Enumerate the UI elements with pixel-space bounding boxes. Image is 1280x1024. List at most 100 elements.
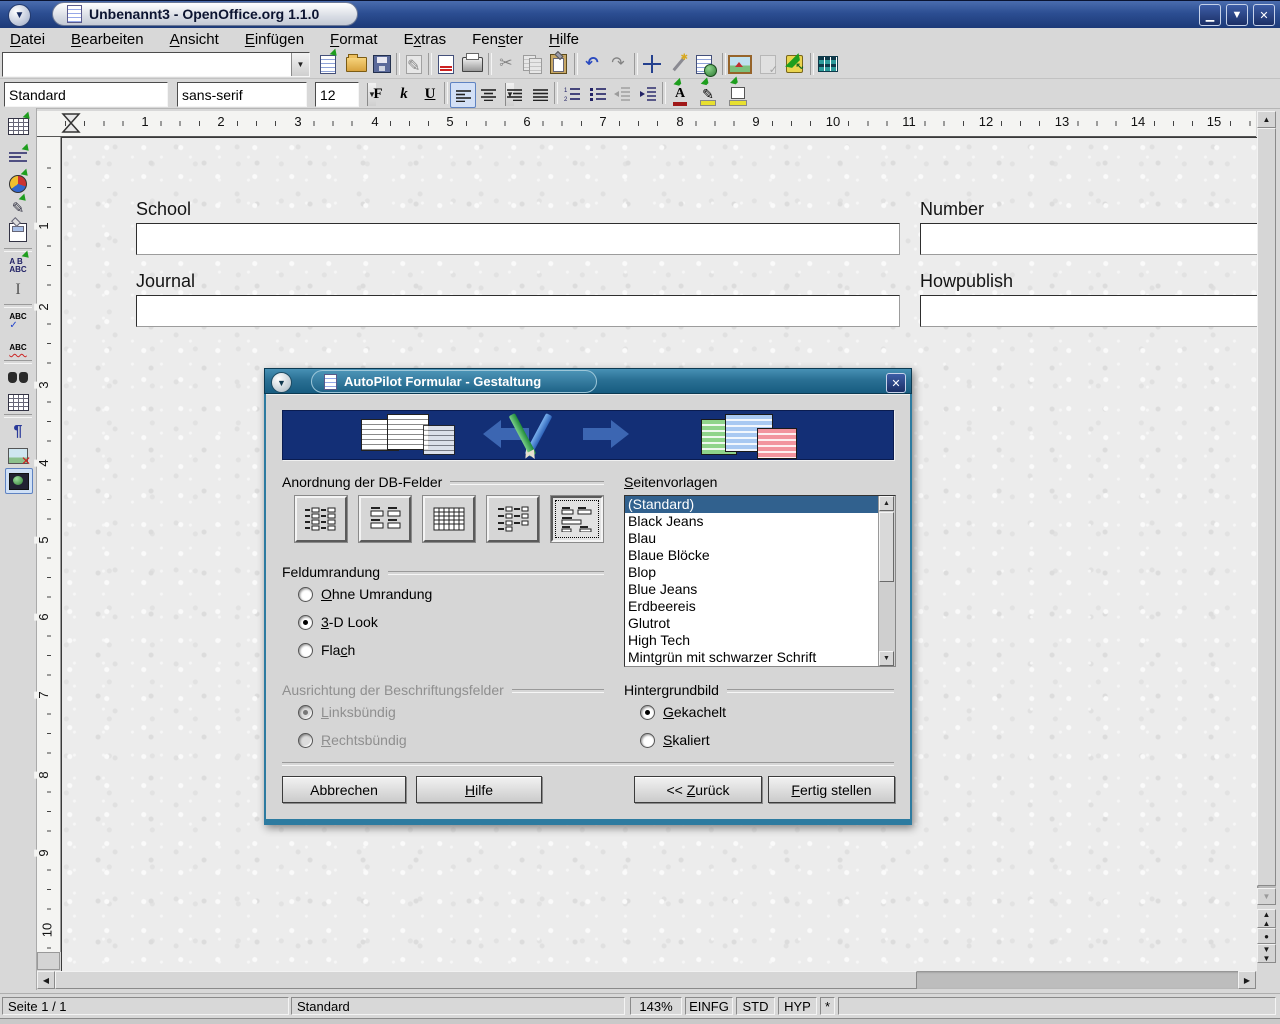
save-button[interactable]	[370, 52, 394, 76]
print-button[interactable]	[460, 52, 484, 76]
status-insert-mode[interactable]: EINFG	[685, 997, 733, 1015]
insert-button[interactable]	[5, 114, 31, 138]
scroll-up-button[interactable]: ▲	[879, 496, 894, 511]
navigation-button[interactable]: ●	[1257, 928, 1276, 944]
arrangement-as-table-button[interactable]	[423, 496, 475, 542]
bullet-list-button[interactable]	[586, 82, 610, 106]
listbox-scrollbar[interactable]: ▲ ▼	[878, 496, 895, 666]
bold-button[interactable]: F	[366, 82, 390, 106]
dialog-close-button[interactable]: ✕	[886, 373, 906, 393]
list-item[interactable]: (Standard)	[625, 496, 895, 513]
justify-button[interactable]	[528, 82, 552, 106]
menu-fenster[interactable]: Fenster	[472, 31, 523, 48]
page-styles-listbox[interactable]: (Standard) Black Jeans Blau Blaue Blöcke…	[624, 495, 896, 667]
scrollbar-thumb[interactable]	[879, 512, 894, 582]
increase-indent-button[interactable]	[636, 82, 660, 106]
url-dropdown-button[interactable]: ▼	[291, 53, 309, 76]
list-item[interactable]: High Tech	[625, 632, 895, 649]
indent-marker-icon[interactable]	[61, 112, 81, 134]
font-color-button[interactable]: A	[668, 82, 692, 106]
window-titlebar[interactable]: ▼ Unbenannt3 - OpenOffice.org 1.1.0 ▁ ▼ …	[0, 0, 1280, 28]
align-left-button[interactable]	[450, 82, 476, 108]
scroll-left-button[interactable]: ◀	[37, 971, 55, 989]
autotext-button[interactable]: A BABC	[5, 254, 31, 278]
dialog-menu-button[interactable]: ▼	[271, 372, 292, 393]
hyperlink-button[interactable]	[692, 52, 716, 76]
close-button[interactable]: ✕	[1253, 4, 1275, 26]
align-center-button[interactable]	[476, 82, 500, 106]
menu-bearbeiten[interactable]: Bearbeiten	[71, 31, 144, 48]
form-text-field-school[interactable]	[136, 223, 900, 255]
url-combobox[interactable]: ▼	[2, 52, 310, 77]
background-color-button[interactable]	[726, 82, 750, 106]
radio-scaled[interactable]: Skaliert	[640, 732, 710, 748]
arrangement-blocks-button[interactable]	[551, 496, 603, 542]
scroll-right-button[interactable]: ▶	[1238, 971, 1256, 989]
list-item[interactable]: Black Jeans	[625, 513, 895, 530]
menu-extras[interactable]: Extras	[404, 31, 447, 48]
list-item[interactable]: Blue Jeans	[625, 581, 895, 598]
menu-datei[interactable]: Datei	[10, 31, 45, 48]
status-zoom[interactable]: 143%	[630, 997, 682, 1015]
autopilot-button[interactable]	[666, 52, 690, 76]
nonprinting-characters-button[interactable]: ¶	[5, 420, 31, 444]
draw-functions-button[interactable]: ✎	[5, 196, 31, 220]
form-text-field-howpublish[interactable]	[920, 295, 1257, 327]
vertical-ruler[interactable]: 1 2 3 4 5 6 7 8 9 10	[37, 137, 61, 952]
graphics-onoff-button[interactable]	[5, 444, 31, 468]
gallery-button[interactable]	[728, 52, 752, 76]
cancel-button[interactable]: Abbrechen	[282, 776, 406, 803]
menu-einfuegen[interactable]: Einfügen	[245, 31, 304, 48]
arrangement-current-layout-button[interactable]	[487, 496, 539, 542]
new-document-button[interactable]	[316, 52, 340, 76]
font-name-combobox[interactable]: ▼	[177, 82, 307, 107]
numbered-list-button[interactable]: 12	[560, 82, 584, 106]
status-selection-mode[interactable]: STD	[736, 997, 775, 1015]
horizontal-ruler[interactable]: 1 2 3 4 5 6 7 8 9 10 11 12 13 14 15	[37, 111, 1256, 137]
radio-flat[interactable]: Flach	[298, 642, 355, 658]
arrangement-columns-labels-top-button[interactable]	[359, 496, 411, 542]
status-page-style[interactable]: Standard	[291, 997, 625, 1015]
list-item[interactable]: Blau	[625, 530, 895, 547]
online-layout-button[interactable]	[5, 468, 33, 494]
underline-button[interactable]: U	[418, 82, 442, 106]
navigator-button[interactable]	[640, 52, 664, 76]
next-page-button[interactable]: ▼▼	[1257, 944, 1276, 963]
paragraph-style-input[interactable]	[5, 83, 194, 106]
shade-button[interactable]: ▼	[1226, 4, 1248, 26]
scroll-up-button[interactable]: ▲	[1257, 111, 1276, 128]
spellcheck-button[interactable]: ABC✓	[5, 310, 31, 334]
menu-hilfe[interactable]: Hilfe	[549, 31, 579, 48]
help-button[interactable]: Hilfe	[416, 776, 542, 803]
export-pdf-button[interactable]	[434, 52, 458, 76]
bookmark-button[interactable]	[782, 52, 806, 76]
data-sources-view-button[interactable]	[5, 390, 31, 414]
previous-page-button[interactable]: ▲▲	[1257, 909, 1276, 928]
radio-no-border[interactable]: Ohne Umrandung	[298, 586, 432, 602]
font-size-combobox[interactable]: ▼	[315, 82, 359, 107]
form-text-field-number[interactable]	[920, 223, 1257, 255]
arrangement-columns-labels-left-button[interactable]	[295, 496, 347, 542]
data-sources-button[interactable]	[816, 52, 840, 76]
url-input[interactable]	[3, 53, 291, 76]
open-button[interactable]	[344, 52, 368, 76]
menu-ansicht[interactable]: Ansicht	[170, 31, 219, 48]
minimize-button[interactable]: ▁	[1199, 4, 1221, 26]
find-replace-button[interactable]	[5, 366, 31, 390]
list-item[interactable]: Blop	[625, 564, 895, 581]
paste-button[interactable]	[546, 52, 570, 76]
vertical-scrollbar-thumb[interactable]	[1257, 128, 1276, 886]
radio-tiled[interactable]: Gekachelt	[640, 704, 726, 720]
align-right-button[interactable]	[502, 82, 526, 106]
status-hyperlink-mode[interactable]: HYP	[778, 997, 817, 1015]
autospellcheck-button[interactable]: ABC	[5, 336, 31, 360]
list-item[interactable]: Glutrot	[625, 615, 895, 632]
italic-button[interactable]: k	[392, 82, 416, 106]
insert-object-button[interactable]	[5, 172, 31, 196]
highlighting-button[interactable]: ✎	[696, 82, 720, 106]
form-functions-button[interactable]	[5, 220, 31, 244]
horizontal-scrollbar-thumb[interactable]	[55, 971, 917, 989]
list-item[interactable]: Blaue Blöcke	[625, 547, 895, 564]
insert-fields-button[interactable]	[5, 148, 31, 172]
form-text-field-journal[interactable]	[136, 295, 900, 327]
